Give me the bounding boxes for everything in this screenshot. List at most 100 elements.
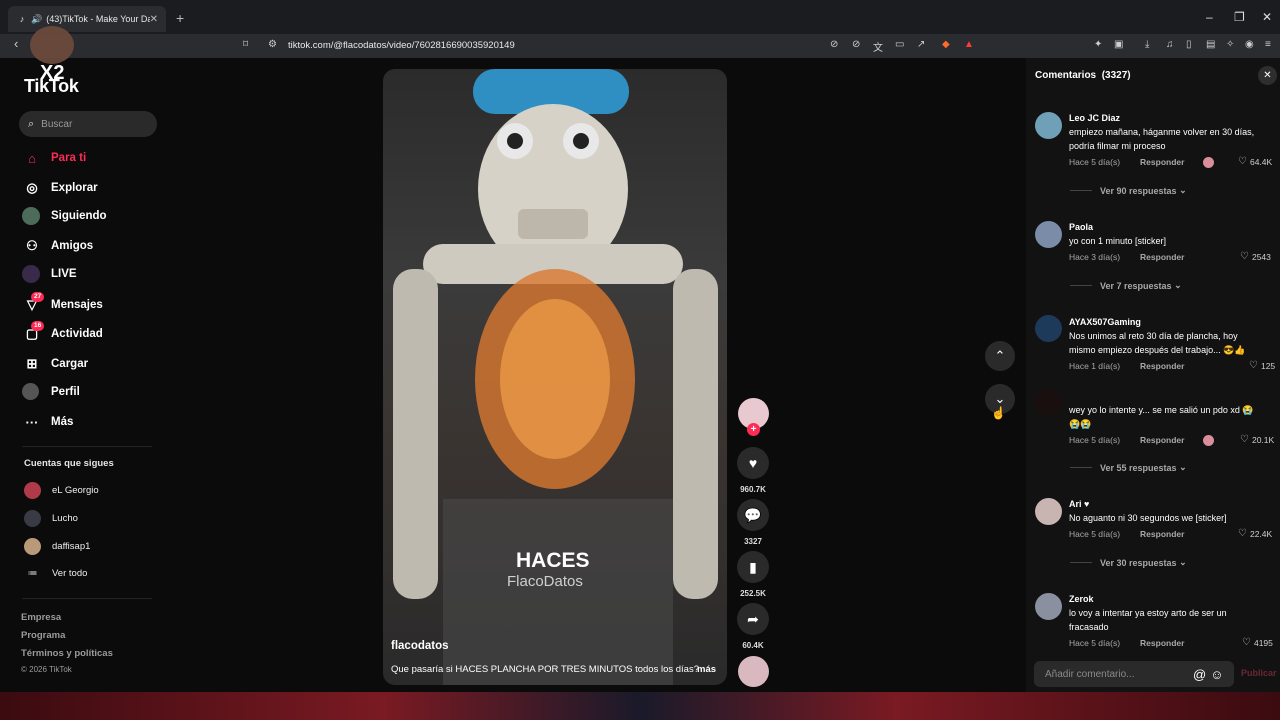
previous-video-button[interactable]: ⌃ <box>985 341 1015 371</box>
followed-account[interactable]: Lucho <box>24 510 78 527</box>
leo-icon[interactable]: ✧ <box>1226 39 1234 50</box>
like-count: 4195 <box>1253 637 1273 648</box>
video-author[interactable]: flacodatos <box>391 640 449 652</box>
nav-siguiendo[interactable]: Siguiendo <box>22 207 107 225</box>
avatar[interactable] <box>1035 315 1062 342</box>
mention-icon[interactable]: @ <box>1193 667 1206 682</box>
reply-button[interactable]: Responder <box>1140 361 1184 371</box>
cast-icon[interactable]: ▭ <box>895 39 904 50</box>
comment-icon[interactable]: 💬 <box>737 499 769 531</box>
follow-plus-icon[interactable]: + <box>747 423 760 436</box>
site-info-icon[interactable]: ⚙ <box>268 39 277 50</box>
comment-like[interactable]: ♡ 2543 <box>1240 251 1271 262</box>
share-page-icon[interactable]: ↗ <box>917 39 925 50</box>
extension-icon[interactable]: ⊘ <box>852 39 860 50</box>
comment-like[interactable]: ♡ 20.1K <box>1240 434 1274 445</box>
extensions-icon[interactable]: ✦ <box>1094 39 1102 50</box>
wallet-icon[interactable]: ▤ <box>1206 39 1215 50</box>
music-icon[interactable]: ♫ <box>1166 39 1174 50</box>
footer-link[interactable]: Programa <box>21 630 65 641</box>
heart-icon[interactable]: ♥ <box>737 447 769 479</box>
creator-liked-avatar <box>1203 157 1214 168</box>
sidebar-toggle-icon[interactable]: ▯ <box>1186 39 1192 50</box>
close-tab-icon[interactable]: ✕ <box>150 14 158 25</box>
view-replies-button[interactable]: Ver 30 respuestas ⌄ <box>1070 557 1187 568</box>
nav-label: Cargar <box>51 358 89 370</box>
brave-shield-icon[interactable]: ◆ <box>942 39 950 50</box>
minimize-icon[interactable]: – <box>1206 10 1213 24</box>
brave-rewards-icon[interactable]: ▲ <box>964 39 974 50</box>
emoji-icon[interactable]: ☺ <box>1210 667 1223 682</box>
comment-input[interactable] <box>1043 667 1189 681</box>
footer-link[interactable]: Empresa <box>21 612 61 623</box>
bookmark-icon[interactable]: ▮ <box>737 551 769 583</box>
comment-action[interactable]: 💬 3327 <box>737 499 769 546</box>
heart-icon: ♡ <box>1238 156 1247 167</box>
browser-tab[interactable]: ♪ 🔊 (43)TikTok - Make Your Day ✕ <box>8 6 166 32</box>
reply-button[interactable]: Responder <box>1140 529 1184 539</box>
save-action[interactable]: ▮ 252.5K <box>737 551 769 598</box>
tiktok-logo[interactable]: TikTok <box>24 76 79 97</box>
nav-mensajes[interactable]: ▽ 27 Mensajes <box>22 292 103 315</box>
reply-button[interactable]: Responder <box>1140 252 1184 262</box>
screenshot-icon[interactable]: ▣ <box>1114 39 1123 50</box>
reply-button[interactable]: Responder <box>1140 638 1184 648</box>
search-input[interactable]: ⌕ Buscar <box>19 111 157 137</box>
translate-icon[interactable]: 文 <box>873 39 883 54</box>
comment-author[interactable]: AYAX507Gaming <box>1069 317 1141 327</box>
extension-icon[interactable]: ⊘ <box>830 39 838 50</box>
new-tab-icon[interactable]: + <box>176 10 184 26</box>
avatar[interactable] <box>1035 389 1062 416</box>
publish-button[interactable]: Publicar <box>1241 668 1277 678</box>
footer-link[interactable]: Términos y políticas <box>21 648 113 659</box>
download-icon[interactable]: ⤓ <box>1145 39 1149 50</box>
share-icon[interactable]: ➦ <box>737 603 769 635</box>
more-link[interactable]: más <box>697 664 716 675</box>
comment-like[interactable]: ♡ 4195 <box>1242 637 1273 648</box>
avatar[interactable] <box>1035 498 1062 525</box>
comment-author[interactable]: Ari ♥ <box>1069 499 1089 509</box>
close-window-icon[interactable]: ✕ <box>1262 10 1272 24</box>
nav-cargar[interactable]: ⊞ Cargar <box>22 354 89 374</box>
comment-text: wey yo lo intente y... se me salió un pd… <box>1069 405 1254 429</box>
nav-para-ti[interactable]: ⌂ Para ti <box>22 148 86 168</box>
view-replies-button[interactable]: Ver 90 respuestas ⌄ <box>1070 185 1187 196</box>
list-icon: ≔ <box>27 568 38 579</box>
nav-mas[interactable]: ··· Más <box>22 412 74 432</box>
view-replies-button[interactable]: Ver 7 respuestas ⌄ <box>1070 280 1182 291</box>
nav-label: Perfil <box>51 385 80 398</box>
comment-author[interactable]: Paola <box>1069 222 1093 232</box>
see-all-link[interactable]: ≔ Ver todo <box>24 568 88 579</box>
back-icon[interactable]: ‹ <box>14 36 18 51</box>
url-text[interactable]: tiktok.com/@flacodatos/video/76028166900… <box>288 40 515 51</box>
comment-like[interactable]: ♡ 64.4K <box>1238 156 1272 167</box>
view-replies-button[interactable]: Ver 55 respuestas ⌄ <box>1070 462 1187 473</box>
nav-live[interactable]: LIVE <box>22 265 77 283</box>
menu-icon[interactable]: ≡ <box>1265 39 1271 50</box>
like-action[interactable]: ♥ 960.7K <box>737 447 769 494</box>
comment-author[interactable]: Leo JC Diaz <box>1069 113 1120 123</box>
divider <box>1070 190 1092 191</box>
avatar[interactable] <box>1035 112 1062 139</box>
nav-perfil[interactable]: Perfil <box>22 383 80 400</box>
music-disc-icon[interactable] <box>738 656 769 687</box>
reply-button[interactable]: Responder <box>1140 157 1184 167</box>
avatar[interactable] <box>1035 593 1062 620</box>
comment-like[interactable]: ♡ 125 <box>1249 360 1275 371</box>
maximize-icon[interactable]: ❐ <box>1234 10 1245 24</box>
video-player[interactable] <box>383 69 727 685</box>
bookmark-icon[interactable]: ⌑ <box>243 39 248 50</box>
comment-author[interactable]: Zerok <box>1069 594 1094 604</box>
reply-button[interactable]: Responder <box>1140 435 1184 445</box>
nav-explorar[interactable]: ◎ Explorar <box>22 178 97 198</box>
vpn-icon[interactable]: ◉ <box>1245 39 1254 50</box>
close-comments-button[interactable]: ✕ <box>1258 66 1277 85</box>
comment-like[interactable]: ♡ 22.4K <box>1238 528 1272 539</box>
followed-account[interactable]: eL Georgio <box>24 482 99 499</box>
share-action[interactable]: ➦ 60.4K <box>737 603 769 650</box>
message-icon: ▽ 27 <box>22 292 45 315</box>
avatar[interactable] <box>1035 221 1062 248</box>
nav-actividad[interactable]: ▢ 16 Actividad <box>22 321 103 344</box>
followed-account[interactable]: daffisap1 <box>24 538 90 555</box>
nav-amigos[interactable]: ⚇ Amigos <box>22 236 93 256</box>
